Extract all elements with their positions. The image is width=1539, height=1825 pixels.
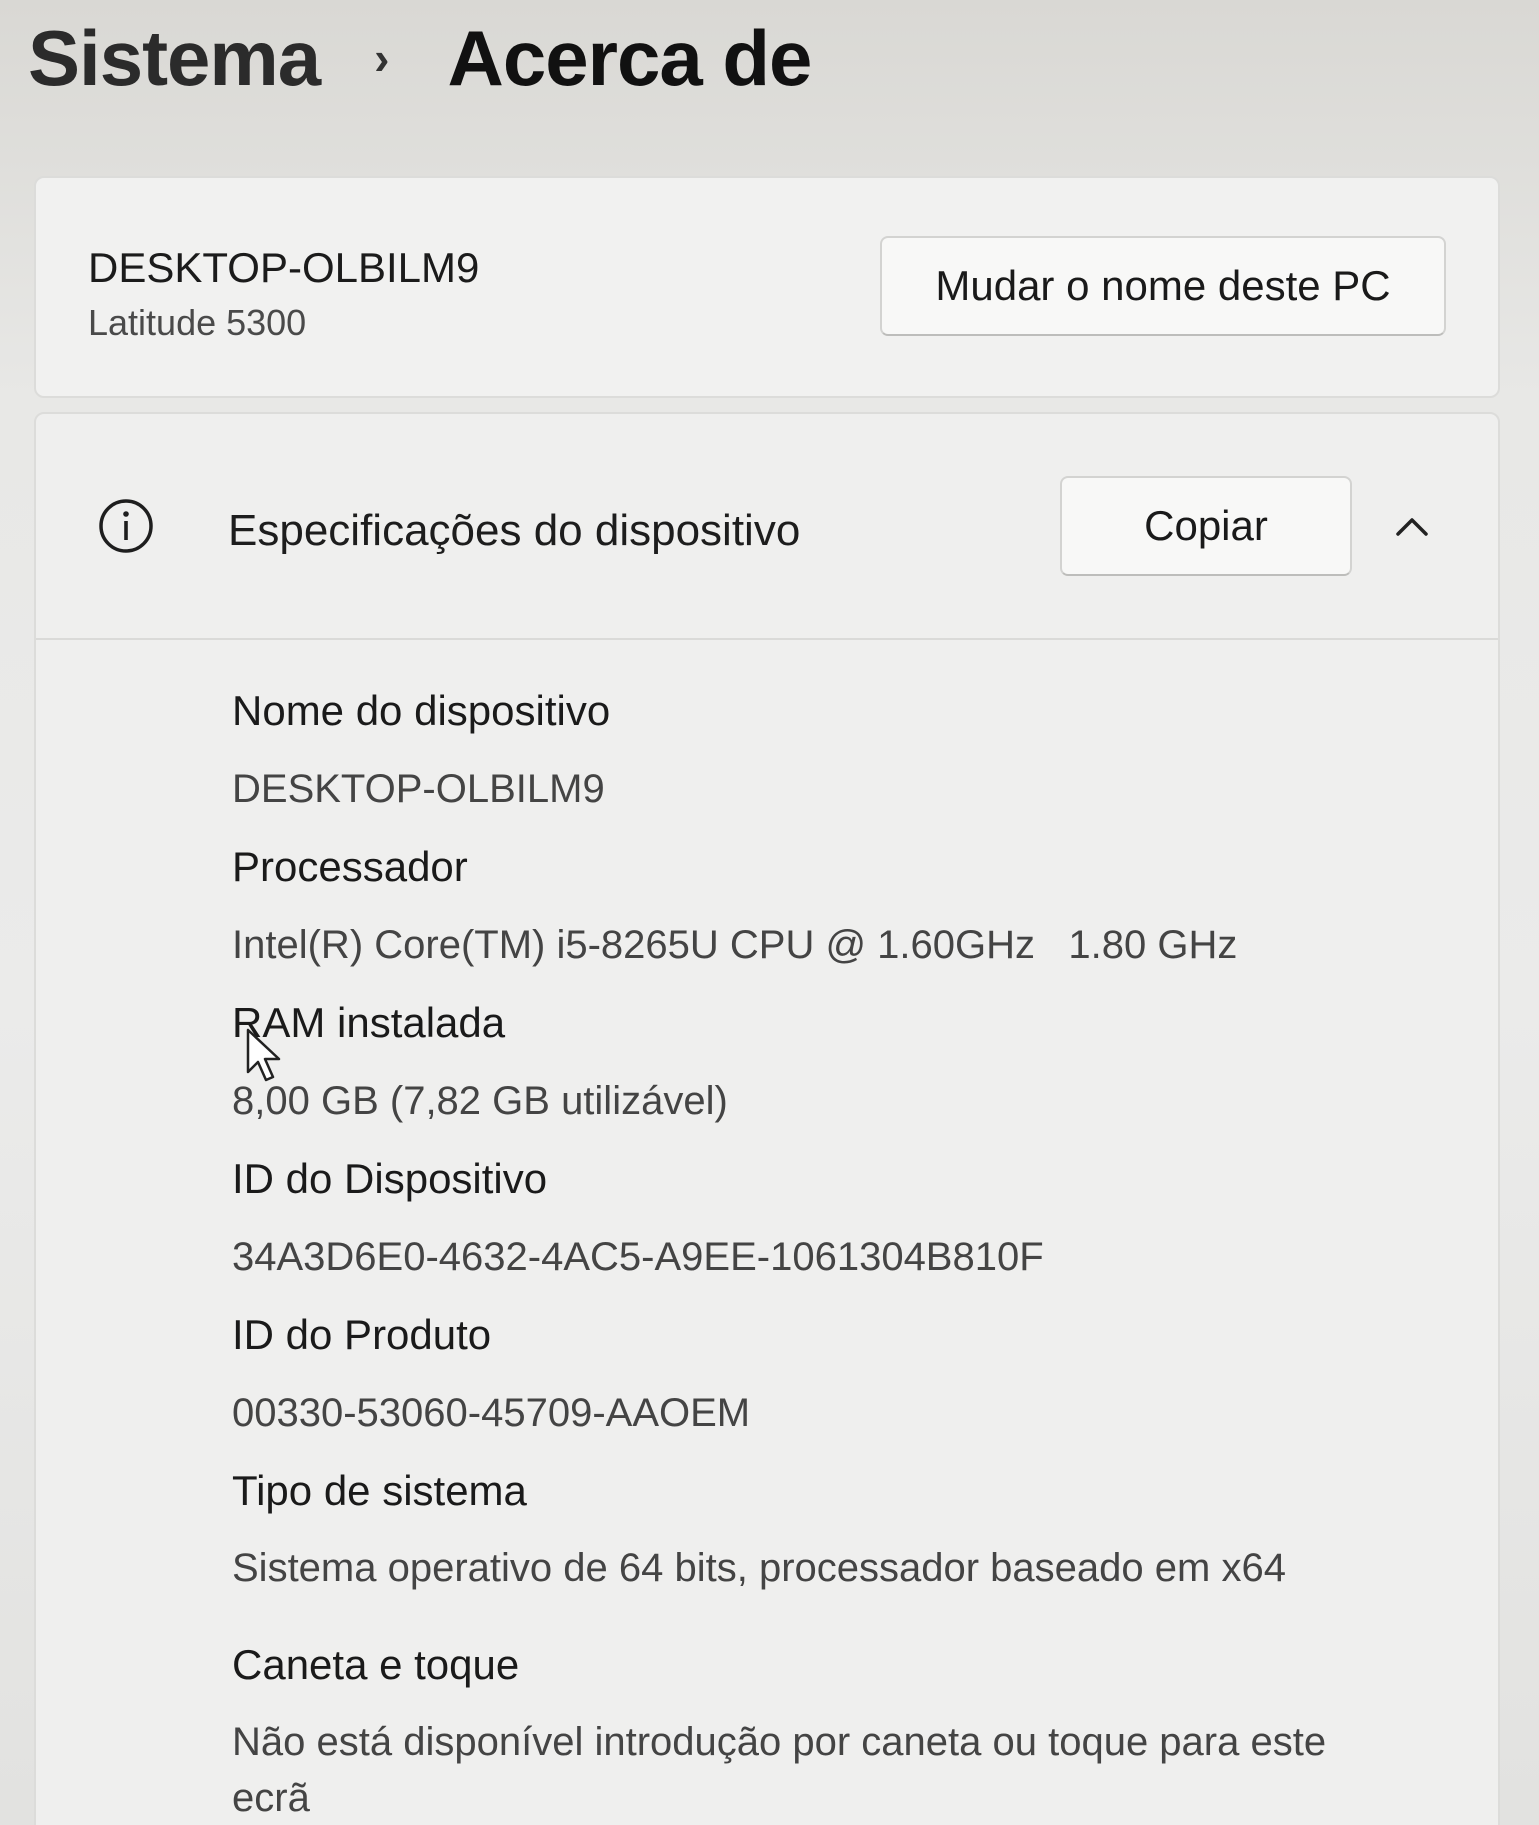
- spec-label: Processador: [232, 843, 468, 890]
- spec-value: Não está disponível introdução por canet…: [232, 1720, 1327, 1820]
- spec-label: RAM instalada: [232, 999, 506, 1046]
- info-icon: [99, 499, 153, 553]
- spec-item: Processador Intel(R) Core(TM) i5-8265U C…: [232, 828, 1392, 984]
- spec-item: Caneta e toque Não está disponível intro…: [232, 1626, 1392, 1825]
- spec-value: 34A3D6E0-4632-4AC5-A9EE-1061304B810F: [232, 1235, 1044, 1279]
- spec-item: ID do Dispositivo 34A3D6E0-4632-4AC5-A9E…: [232, 1140, 1392, 1296]
- pc-model: Latitude 5300: [88, 302, 307, 343]
- spec-label: ID do Dispositivo: [232, 1155, 548, 1202]
- device-specs-card: Especificações do dispositivo Copiar Nom…: [34, 412, 1500, 1825]
- spec-value: 00330-53060-45709-AAOEM: [232, 1391, 751, 1435]
- spec-item: Tipo de sistema Sistema operativo de 64 …: [232, 1452, 1392, 1626]
- copy-button[interactable]: Copiar: [1060, 476, 1352, 576]
- breadcrumb-separator: ›: [374, 32, 390, 84]
- rename-pc-button[interactable]: Mudar o nome deste PC: [880, 236, 1446, 336]
- device-specs-header[interactable]: Especificações do dispositivo Copiar: [36, 414, 1498, 640]
- device-specs-title: Especificações do dispositivo: [228, 506, 801, 555]
- spec-label: ID do Produto: [232, 1311, 492, 1358]
- spec-item: RAM instalada 8,00 GB (7,82 GB utilizáve…: [232, 984, 1392, 1140]
- spec-label: Nome do dispositivo: [232, 687, 611, 734]
- settings-window: Sistema › Acerca de DESKTOP-OLBILM9 Lati…: [0, 0, 1539, 1825]
- spec-item: Nome do dispositivo DESKTOP-OLBILM9: [232, 672, 1392, 828]
- breadcrumb-root[interactable]: Sistema: [28, 13, 321, 104]
- spec-label: Tipo de sistema: [232, 1467, 527, 1514]
- spec-value: Intel(R) Core(TM) i5-8265U CPU @ 1.60GHz…: [232, 923, 1238, 967]
- page-title: Acerca de: [447, 13, 813, 102]
- spec-label: Caneta e toque: [232, 1641, 520, 1688]
- spec-value: DESKTOP-OLBILM9: [232, 767, 605, 811]
- spec-item: ID do Produto 00330-53060-45709-AAOEM: [232, 1296, 1392, 1452]
- spec-value: 8,00 GB (7,82 GB utilizável): [232, 1079, 728, 1123]
- chevron-up-icon[interactable]: [1388, 502, 1436, 550]
- mouse-pointer-icon: [246, 1028, 281, 1082]
- breadcrumb: Sistema › Acerca de: [28, 8, 813, 108]
- device-specs-list: Nome do dispositivo DESKTOP-OLBILM9 Proc…: [232, 672, 1392, 1825]
- pc-name-card: DESKTOP-OLBILM9 Latitude 5300 Mudar o no…: [34, 176, 1500, 398]
- pc-name: DESKTOP-OLBILM9: [88, 244, 480, 291]
- spec-value: Sistema operativo de 64 bits, processado…: [232, 1546, 1286, 1590]
